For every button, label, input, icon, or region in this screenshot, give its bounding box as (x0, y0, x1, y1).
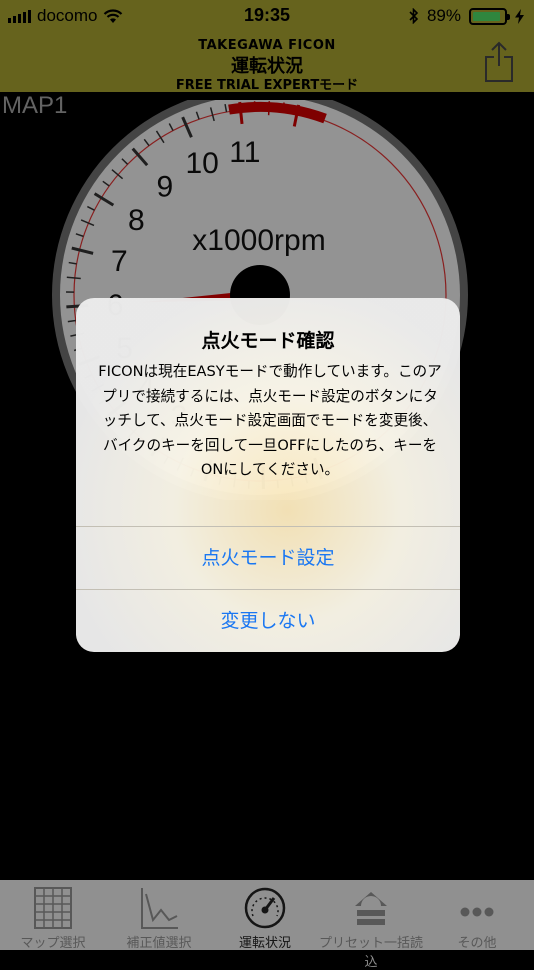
alert-message: FICONは現在EASYモードで動作しています。このアプリで接続するには、点火モ… (98, 360, 442, 483)
ignition-mode-settings-button[interactable]: 点火モード設定 (76, 527, 460, 589)
do-not-change-button[interactable]: 変更しない (76, 590, 460, 652)
alert-dialog: 点火モード確認 FICONは現在EASYモードで動作しています。このアプリで接続… (76, 298, 460, 652)
alert-title: 点火モード確認 (76, 326, 460, 353)
